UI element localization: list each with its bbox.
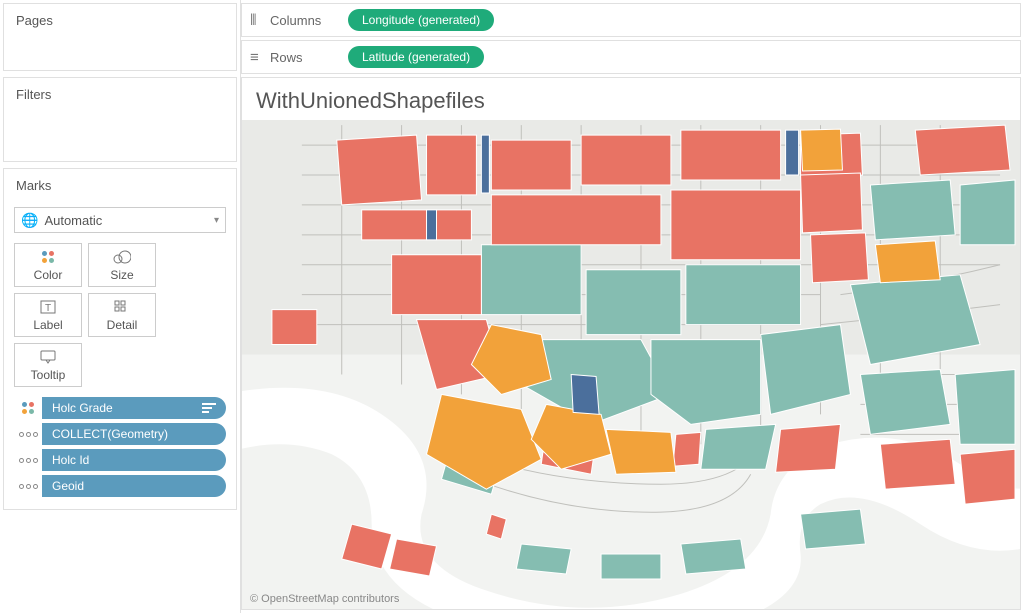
detail-icon	[14, 423, 42, 445]
rows-shelf[interactable]: ≡ Rows Latitude (generated)	[241, 40, 1021, 74]
columns-icon: ⦀	[250, 12, 270, 29]
rows-label: Rows	[270, 50, 348, 65]
color-icon	[14, 397, 42, 419]
label-button-label: Label	[33, 318, 62, 332]
color-icon	[42, 248, 55, 266]
detail-icon	[14, 475, 42, 497]
svg-text:T: T	[45, 303, 51, 314]
marks-card: Marks 🌐 Automatic ▾ Color Size T Label D…	[3, 168, 237, 510]
filters-card: Filters	[3, 77, 237, 162]
mark-pill-geoid[interactable]: Geoid	[14, 475, 226, 497]
rows-pill[interactable]: Latitude (generated)	[348, 46, 484, 68]
bars-icon	[202, 397, 226, 419]
viz-card: WithUnionedShapefiles	[241, 77, 1021, 610]
viz-title[interactable]: WithUnionedShapefiles	[242, 78, 1020, 120]
size-button-label: Size	[110, 268, 133, 282]
size-icon	[113, 248, 131, 266]
mark-pill-holc-id[interactable]: Holc Id	[14, 449, 226, 471]
detail-button-label: Detail	[107, 318, 138, 332]
tooltip-icon	[40, 348, 56, 366]
map-area[interactable]: © OpenStreetMap contributors	[242, 120, 1020, 609]
tooltip-button[interactable]: Tooltip	[14, 343, 82, 387]
marks-type-dropdown[interactable]: 🌐 Automatic ▾	[14, 207, 226, 233]
pages-card: Pages	[3, 3, 237, 71]
label-button[interactable]: T Label	[14, 293, 82, 337]
detail-icon	[14, 449, 42, 471]
marks-buttons: Color Size T Label Detail Tooltip	[4, 243, 236, 393]
color-button[interactable]: Color	[14, 243, 82, 287]
detail-icon	[114, 298, 130, 316]
mark-pill-label: COLLECT(Geometry)	[42, 423, 226, 445]
mark-pill-label: Geoid	[42, 475, 226, 497]
map-svg	[242, 120, 1020, 609]
size-button[interactable]: Size	[88, 243, 156, 287]
columns-label: Columns	[270, 13, 348, 28]
mark-pill-holc-grade[interactable]: Holc Grade	[14, 397, 226, 419]
rows-icon: ≡	[250, 49, 270, 66]
filters-label: Filters	[4, 78, 236, 110]
map-attribution: © OpenStreetMap contributors	[250, 593, 399, 605]
mark-pill-label: Holc Id	[42, 449, 226, 471]
chevron-down-icon: ▾	[214, 215, 219, 226]
globe-icon: 🌐	[21, 212, 38, 229]
marks-type-value: Automatic	[44, 213, 102, 228]
pages-label: Pages	[4, 4, 236, 36]
columns-pill[interactable]: Longitude (generated)	[348, 9, 494, 31]
color-button-label: Color	[34, 268, 63, 282]
mark-pill-collect-geometry[interactable]: COLLECT(Geometry)	[14, 423, 226, 445]
marks-label: Marks	[4, 169, 236, 201]
tooltip-button-label: Tooltip	[31, 368, 66, 382]
mark-pill-label: Holc Grade	[42, 397, 202, 419]
columns-shelf[interactable]: ⦀ Columns Longitude (generated)	[241, 3, 1021, 37]
mark-pills: Holc Grade COLLECT(Geometry) Holc Id Geo…	[4, 393, 236, 497]
label-icon: T	[40, 298, 56, 316]
detail-button[interactable]: Detail	[88, 293, 156, 337]
